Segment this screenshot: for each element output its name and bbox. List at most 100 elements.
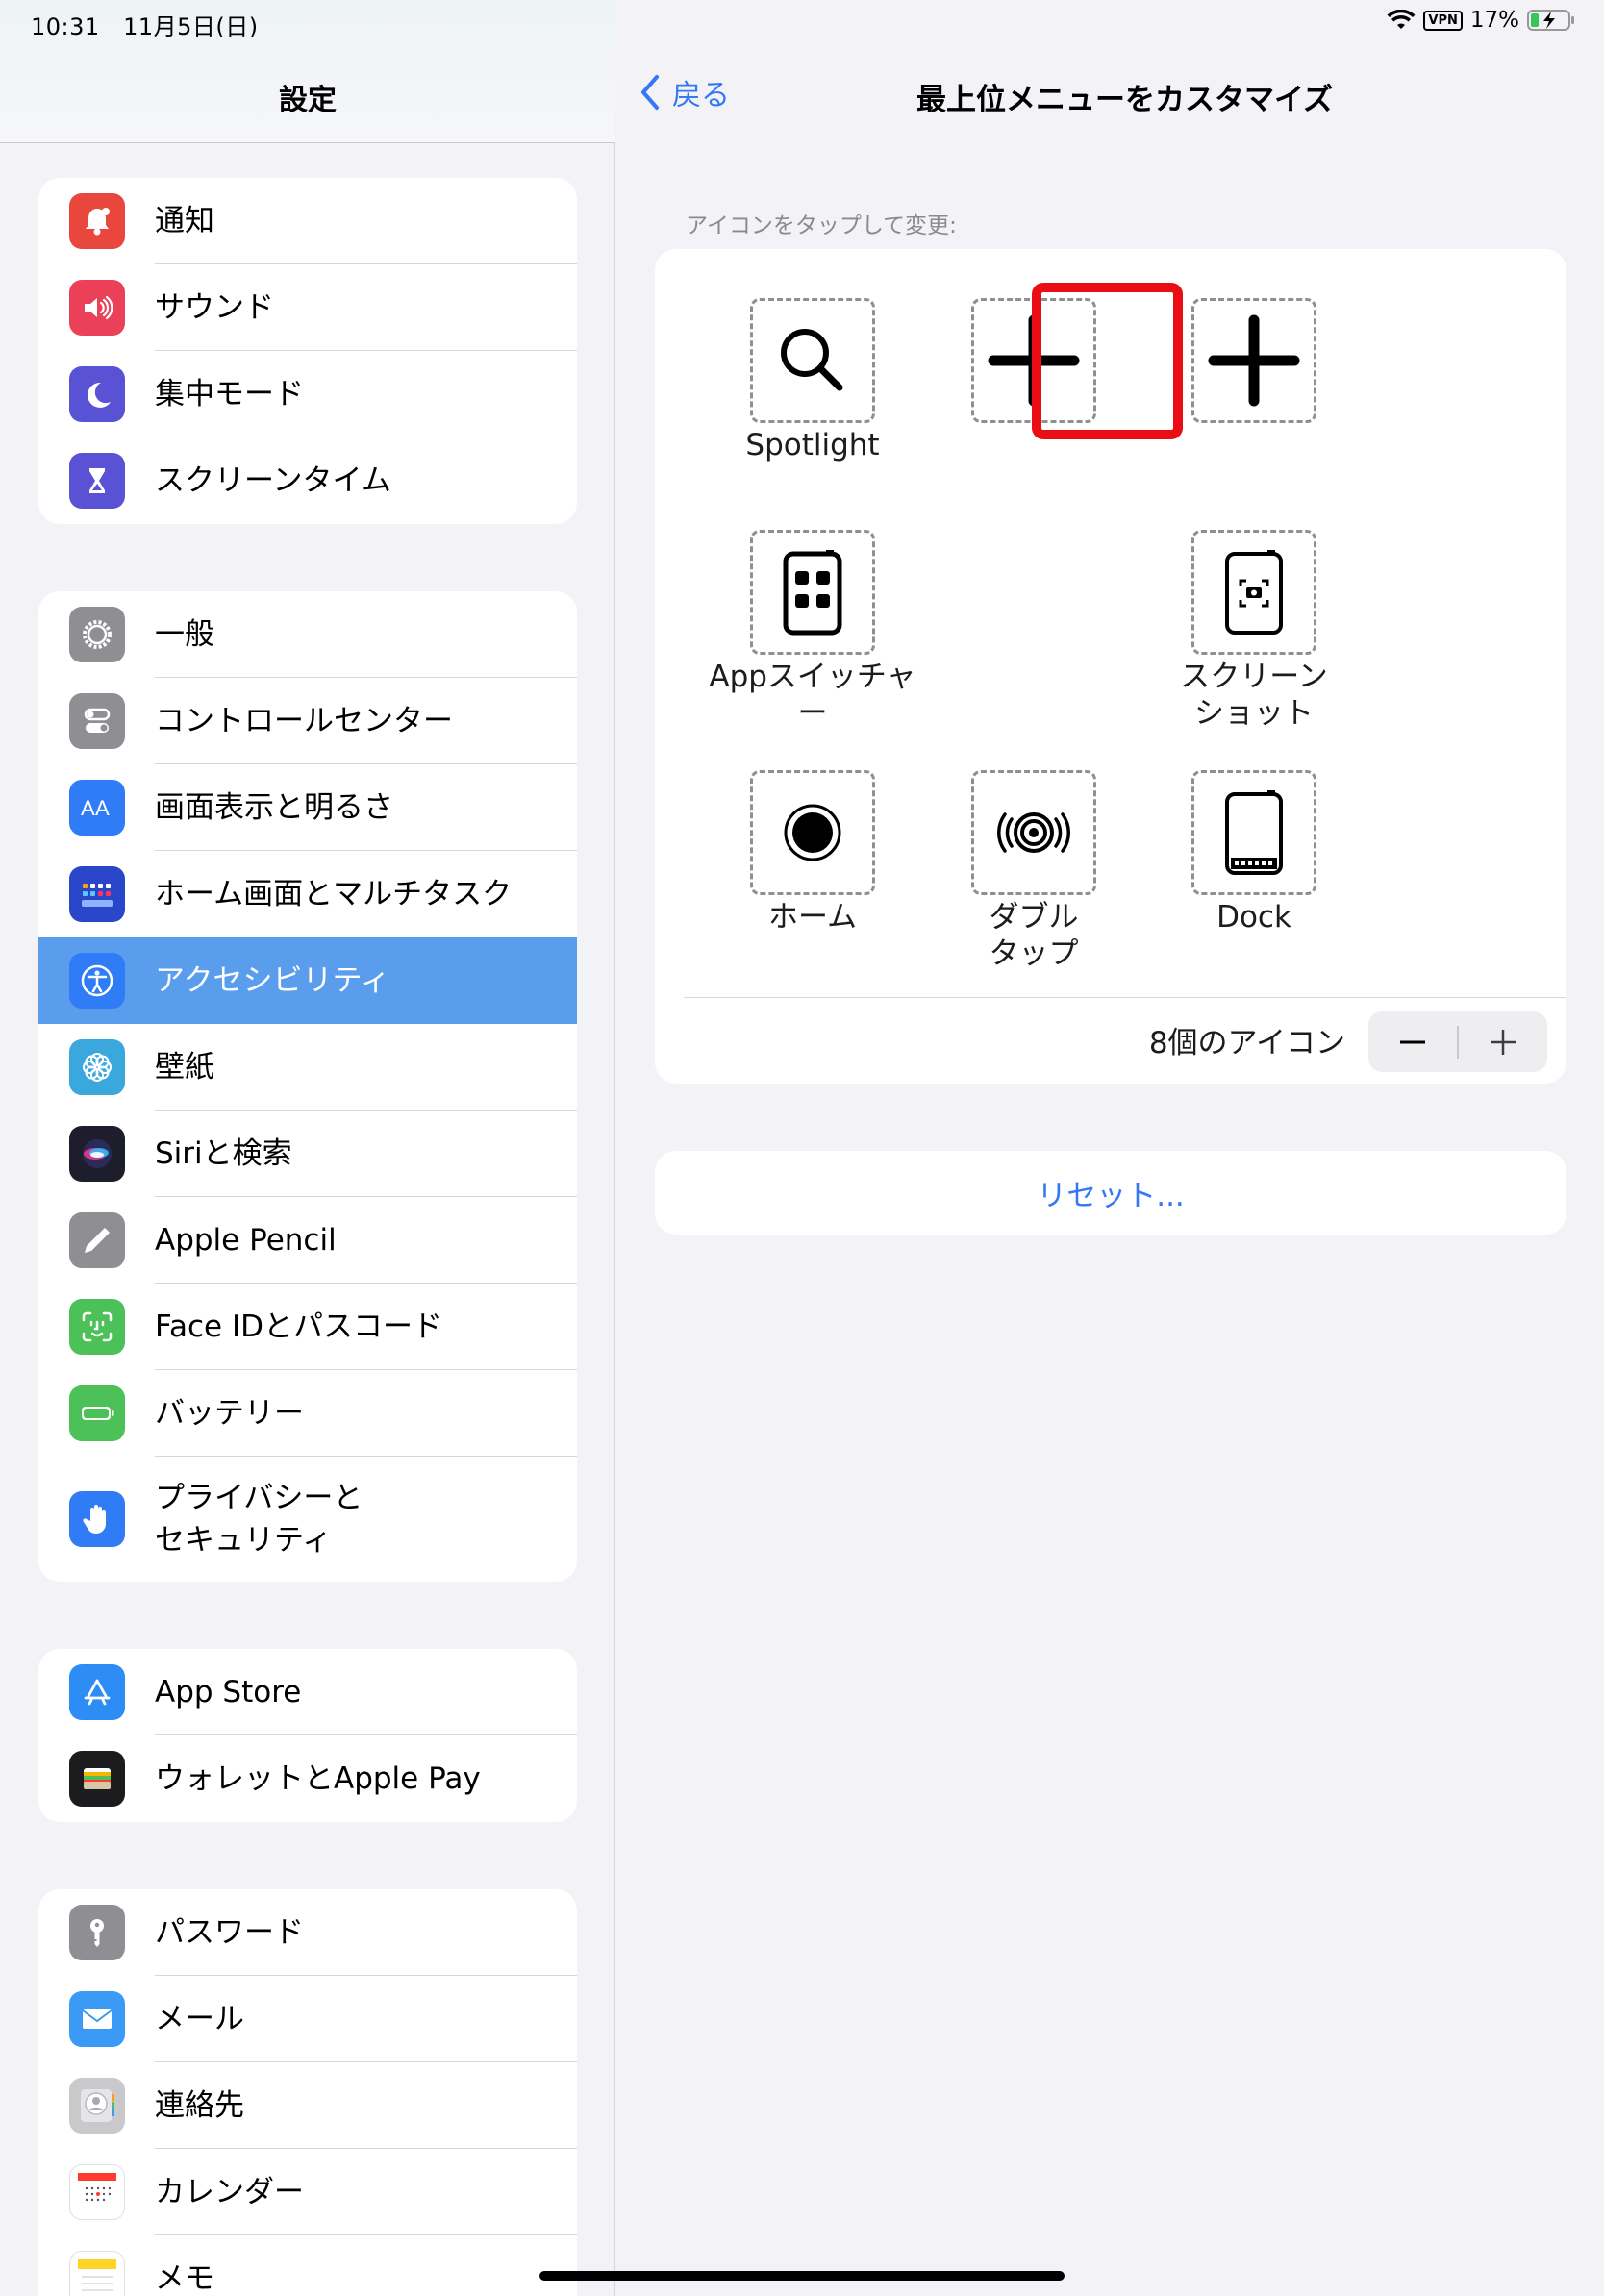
plus-icon bbox=[988, 314, 1080, 407]
home-indicator[interactable] bbox=[539, 2271, 1065, 2281]
sidebar-item-apple-pencil[interactable]: Apple Pencil bbox=[38, 1197, 577, 1284]
slot-caption: Dock bbox=[1216, 900, 1291, 935]
double-tap-icon bbox=[997, 812, 1070, 853]
contacts-icon bbox=[69, 2078, 125, 2134]
wifi-icon bbox=[1387, 10, 1416, 29]
plus-icon bbox=[1208, 314, 1300, 407]
slot-dock[interactable]: Dock bbox=[1139, 770, 1369, 936]
sidebar-item-siri[interactable]: Siriと検索 bbox=[38, 1111, 577, 1197]
sidebar-item-label: サウンド bbox=[155, 290, 274, 325]
sidebar-item-label: 通知 bbox=[155, 204, 214, 238]
bell-icon bbox=[69, 193, 125, 249]
accessibility-icon bbox=[69, 953, 125, 1009]
sidebar-item-label: App Store bbox=[155, 1675, 302, 1710]
slot-box bbox=[1191, 530, 1316, 655]
settings-group-store: App Store ウォレットとApple Pay bbox=[38, 1649, 577, 1822]
hand-icon bbox=[69, 1491, 125, 1547]
sidebar-item-label: ホーム画面とマルチタスク bbox=[155, 877, 513, 911]
sidebar-item-label: スクリーンタイム bbox=[155, 463, 391, 498]
decrement-button[interactable] bbox=[1368, 1011, 1457, 1072]
sidebar-item-general[interactable]: 一般 bbox=[38, 591, 577, 678]
sidebar-item-label: ウォレットとApple Pay bbox=[155, 1761, 481, 1796]
sidebar-item-label: Apple Pencil bbox=[155, 1223, 337, 1258]
settings-sidebar: 設定 通知 サウンド 集中モード スクリーンタイム 一般 コントロールセンター … bbox=[0, 0, 615, 2296]
slot-empty-3[interactable] bbox=[1139, 298, 1369, 427]
sidebar-item-screen-time[interactable]: スクリーンタイム bbox=[38, 437, 577, 524]
sidebar-item-wallet[interactable]: ウォレットとApple Pay bbox=[38, 1735, 577, 1822]
svg-text:A: A bbox=[81, 796, 95, 820]
page-title: 最上位メニューをカスタマイズ bbox=[915, 83, 1334, 117]
sidebar-item-face-id[interactable]: Face IDとパスコード bbox=[38, 1284, 577, 1370]
sidebar-item-focus[interactable]: 集中モード bbox=[38, 351, 577, 437]
sidebar-item-home-screen[interactable]: ホーム画面とマルチタスク bbox=[38, 851, 577, 937]
speaker-icon bbox=[69, 280, 125, 336]
sidebar-item-label: カレンダー bbox=[155, 2175, 304, 2209]
sidebar-item-label: コントロールセンター bbox=[155, 704, 453, 738]
slot-spotlight[interactable]: Spotlight bbox=[697, 298, 928, 463]
slot-screenshot[interactable]: スクリーン ショット bbox=[1139, 530, 1369, 732]
reset-label: リセット... bbox=[1037, 1179, 1185, 1213]
slot-empty-2[interactable] bbox=[918, 298, 1149, 427]
minus-icon bbox=[1400, 1040, 1425, 1043]
sidebar-item-wallpaper[interactable]: 壁紙 bbox=[38, 1024, 577, 1111]
app-store-icon bbox=[69, 1664, 125, 1720]
settings-group-notifications: 通知 サウンド 集中モード スクリーンタイム bbox=[38, 178, 577, 524]
sidebar-item-control-center[interactable]: コントロールセンター bbox=[38, 678, 577, 764]
sidebar-item-label: アクセシビリティ bbox=[155, 963, 390, 998]
slot-box bbox=[750, 770, 875, 895]
settings-group-apps: パスワード メール 連絡先 カレンダー メモ bbox=[38, 1889, 577, 2296]
sidebar-item-label: 連絡先 bbox=[155, 2088, 244, 2123]
sidebar-item-mail[interactable]: メール bbox=[38, 1976, 577, 2062]
wallet-icon bbox=[69, 1751, 125, 1807]
sidebar-item-label: メモ bbox=[155, 2261, 214, 2296]
settings-group-general: 一般 コントロールセンター AA 画面表示と明るさ ホーム画面とマルチタスク ア… bbox=[38, 591, 577, 1582]
sidebar-item-passwords[interactable]: パスワード bbox=[38, 1889, 577, 1976]
sidebar-item-calendar[interactable]: カレンダー bbox=[38, 2149, 577, 2235]
time-text: 10:31 bbox=[31, 13, 100, 40]
sidebar-item-battery[interactable]: バッテリー bbox=[38, 1370, 577, 1457]
svg-text:A: A bbox=[95, 796, 110, 820]
sidebar-item-contacts[interactable]: 連絡先 bbox=[38, 2062, 577, 2149]
sidebar-item-label: バッテリー bbox=[155, 1396, 304, 1431]
moon-icon bbox=[69, 366, 125, 422]
text-size-icon: AA bbox=[69, 780, 125, 836]
status-bar: 10:31 11月5日(日) VPN 17% bbox=[0, 0, 1604, 46]
date-text: 11月5日(日) bbox=[123, 13, 259, 40]
slot-box bbox=[971, 770, 1096, 895]
hourglass-icon bbox=[69, 453, 125, 509]
reset-button[interactable]: リセット... bbox=[655, 1151, 1566, 1235]
increment-button[interactable] bbox=[1459, 1011, 1547, 1072]
slot-box bbox=[750, 298, 875, 423]
notes-icon bbox=[69, 2251, 125, 2296]
sidebar-item-display[interactable]: AA 画面表示と明るさ bbox=[38, 764, 577, 851]
slot-caption: Spotlight bbox=[745, 428, 880, 462]
sidebar-item-label: 集中モード bbox=[155, 377, 304, 412]
sidebar-item-privacy[interactable]: プライバシーと セキュリティ bbox=[38, 1457, 577, 1582]
slot-double-tap[interactable]: ダブル タップ bbox=[918, 770, 1149, 972]
sidebar-item-app-store[interactable]: App Store bbox=[38, 1649, 577, 1735]
section-hint: アイコンをタップして変更: bbox=[686, 213, 957, 238]
battery-charging-icon bbox=[1527, 10, 1574, 31]
sidebar-item-label: プライバシーと セキュリティ bbox=[155, 1481, 363, 1558]
slot-box bbox=[750, 530, 875, 655]
sidebar-item-notes[interactable]: メモ bbox=[38, 2235, 577, 2296]
sidebar-item-notifications[interactable]: 通知 bbox=[38, 178, 577, 264]
slot-home[interactable]: ホーム bbox=[697, 770, 928, 936]
sidebar-item-sounds[interactable]: サウンド bbox=[38, 264, 577, 351]
slot-app-switcher[interactable]: Appスイッチャー bbox=[697, 530, 928, 732]
status-indicators: VPN 17% bbox=[1387, 8, 1575, 33]
slot-caption: スクリーン ショット bbox=[1180, 660, 1328, 731]
sidebar-title: 設定 bbox=[279, 84, 337, 117]
sidebar-item-label: Siriと検索 bbox=[155, 1136, 292, 1171]
sidebar-item-accessibility[interactable]: アクセシビリティ bbox=[38, 937, 577, 1024]
sidebar-item-label: Face IDとパスコード bbox=[155, 1310, 442, 1344]
sidebar-item-label: メール bbox=[155, 2002, 244, 2036]
sidebar-item-label: 一般 bbox=[155, 617, 214, 652]
home-grid-icon bbox=[69, 866, 125, 922]
icon-count-stepper bbox=[1368, 1011, 1547, 1072]
toggles-icon bbox=[69, 693, 125, 749]
vpn-badge: VPN bbox=[1423, 10, 1463, 31]
battery-percent: 17% bbox=[1469, 8, 1519, 33]
gear-icon bbox=[69, 607, 125, 662]
face-id-icon bbox=[69, 1299, 125, 1355]
